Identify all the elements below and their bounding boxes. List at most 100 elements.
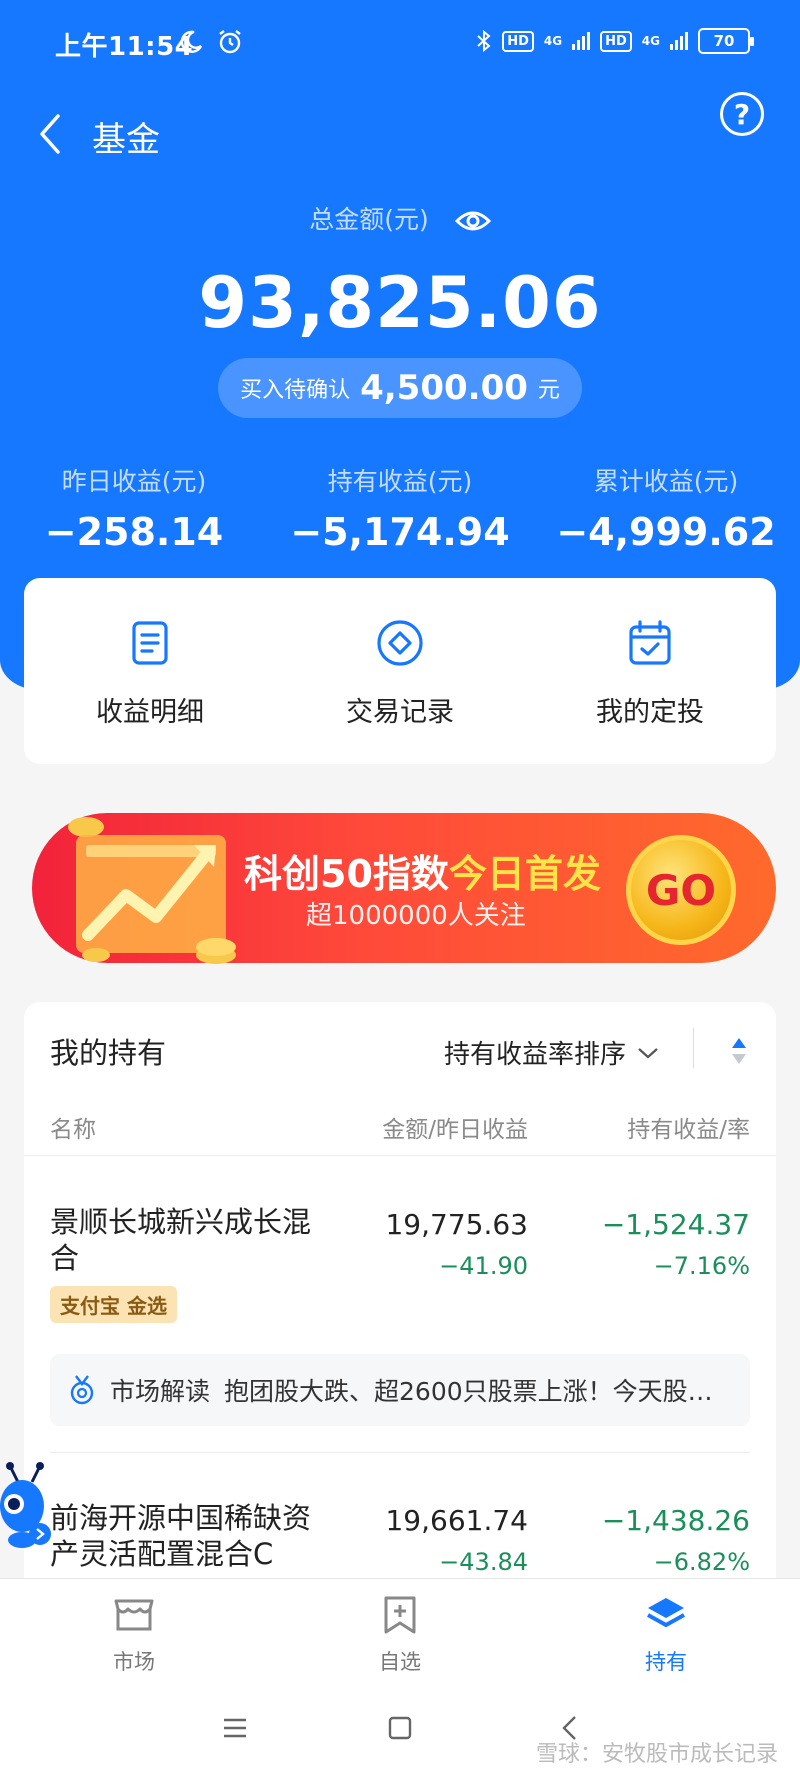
fund-holding-rate: −7.16% xyxy=(653,1252,750,1280)
pending-amount: 4,500.00 xyxy=(360,368,528,408)
battery-icon: 70 xyxy=(698,28,754,54)
status-time: 上午11:54 xyxy=(55,32,194,62)
fund-amount: 19,775.63 xyxy=(385,1208,528,1241)
document-icon xyxy=(132,621,168,665)
pending-label: 买入待确认 xyxy=(240,378,351,403)
page-title: 基金 xyxy=(92,120,160,160)
col-name: 名称 xyxy=(50,1117,96,1143)
action-label: 收益明细 xyxy=(96,697,204,728)
medal-icon xyxy=(70,1375,94,1405)
chevron-down-icon xyxy=(638,1047,658,1058)
fund-yesterday-earnings: −43.84 xyxy=(439,1548,528,1576)
total-label-text: 总金额(元) xyxy=(309,205,429,234)
insight-text: 抱团股大跌、超2600只股票上涨！今天股… xyxy=(224,1377,713,1406)
sort-dropdown[interactable]: 持有收益率排序 xyxy=(444,1034,660,1071)
divider xyxy=(693,1028,694,1068)
tab-watchlist[interactable]: 自选 xyxy=(340,1595,460,1676)
row-divider xyxy=(50,1452,750,1453)
promo-banner[interactable]: 科创50指数今日首发 超1000000人关注 GO xyxy=(24,795,776,980)
tab-market[interactable]: 市场 xyxy=(74,1595,194,1676)
moon-icon xyxy=(180,30,203,53)
sort-order-icon[interactable] xyxy=(730,1036,748,1066)
diamond-circle-icon xyxy=(377,620,423,666)
insight-keyword: 市场解读 xyxy=(110,1377,211,1406)
bluetooth-icon xyxy=(477,29,491,53)
fund-row[interactable]: 景顺长城新兴成长混合 19,775.63 −41.90 −1,524.37 −7… xyxy=(24,1204,776,1444)
holdings-title: 我的持有 xyxy=(50,1036,167,1070)
stat-value: −4,999.62 xyxy=(556,510,776,554)
stat-label: 持有收益(元) xyxy=(327,467,473,496)
banner-title-highlight: 今日首发 xyxy=(448,852,601,896)
banner-title-main: 科创50指数 xyxy=(244,852,449,896)
stat-value: −5,174.94 xyxy=(290,510,510,554)
action-auto-invest[interactable]: 我的定投 xyxy=(550,618,750,729)
quick-actions-card: 收益明细 交易记录 我的定投 xyxy=(24,578,776,764)
fund-holding-pl: −1,524.37 xyxy=(601,1208,750,1241)
status-left-icons xyxy=(178,26,244,56)
alipay-selected-badge: 支付宝 金选 xyxy=(50,1286,177,1323)
go-button[interactable]: GO xyxy=(626,835,736,945)
bookmark-add-icon xyxy=(384,1596,416,1634)
fund-name: 前海开源中国稀缺资产灵活配置混合C xyxy=(50,1501,312,1571)
eye-icon[interactable] xyxy=(454,209,491,233)
system-nav-bar: 雪球：安牧股市成长记录 xyxy=(0,1680,800,1778)
signal-icon xyxy=(572,32,591,50)
sort-label: 持有收益率排序 xyxy=(443,1040,626,1070)
tab-holdings[interactable]: 持有 xyxy=(606,1595,726,1676)
col-amount: 金额/昨日收益 xyxy=(382,1117,528,1143)
action-label: 我的定投 xyxy=(596,697,704,728)
fund-name: 景顺长城新兴成长混合 xyxy=(50,1205,312,1275)
tab-label: 持有 xyxy=(645,1650,687,1674)
help-button[interactable]: ? xyxy=(720,92,764,136)
fund-holding-rate: −6.82% xyxy=(653,1548,750,1576)
earnings-stats: 昨日收益(元) −258.14 持有收益(元) −5,174.94 累计收益(元… xyxy=(0,462,800,572)
chevron-left-icon xyxy=(40,114,60,154)
hd-badge-1: HD xyxy=(502,30,534,52)
shop-icon xyxy=(114,1599,154,1631)
banner-subtitle: 超1000000人关注 xyxy=(306,901,526,931)
nav-bar: 基金 ? xyxy=(0,86,800,186)
status-right: HD 4G HD 4G 70 xyxy=(476,28,754,54)
pending-unit: 元 xyxy=(537,378,560,403)
stat-holding: 持有收益(元) −5,174.94 xyxy=(270,462,530,554)
total-amount: 93,825.06 xyxy=(198,262,602,344)
action-label: 交易记录 xyxy=(346,697,454,728)
tab-label: 自选 xyxy=(379,1650,421,1674)
fund-yesterday-earnings: −41.90 xyxy=(439,1252,528,1280)
stat-value: −258.14 xyxy=(44,510,224,554)
bottom-tab-bar: 市场 自选 持有 xyxy=(0,1578,800,1680)
calendar-check-icon xyxy=(629,620,671,665)
banner-title: 科创50指数今日首发 xyxy=(244,843,601,898)
action-transactions[interactable]: 交易记录 xyxy=(300,618,500,729)
status-bar: 上午11:54 HD 4G HD 4G 70 xyxy=(0,0,800,86)
header-divider xyxy=(24,1155,776,1156)
column-headers: 名称 金额/昨日收益 持有收益/率 xyxy=(24,1110,776,1150)
holdings-card: 我的持有 持有收益率排序 名称 金额/昨日收益 持有收益/率 景顺长城新兴成长混… xyxy=(24,1002,776,1602)
back-button[interactable] xyxy=(30,104,74,164)
total-label: 总金额(元) xyxy=(0,200,800,236)
mascot-assistant-icon[interactable] xyxy=(0,1460,56,1556)
market-insight[interactable]: 市场解读 抱团股大跌、超2600只股票上涨！今天股… xyxy=(50,1354,750,1426)
col-profit-loss: 持有收益/率 xyxy=(627,1117,750,1143)
tab-label: 市场 xyxy=(113,1650,155,1674)
stat-cumulative: 累计收益(元) −4,999.62 xyxy=(536,462,796,554)
help-icon: ? xyxy=(733,97,751,131)
signal-icon-2 xyxy=(670,32,688,50)
menu-icon[interactable] xyxy=(215,1708,255,1748)
network-label-2: 4G xyxy=(641,34,660,48)
stat-yesterday: 昨日收益(元) −258.14 xyxy=(4,462,264,554)
action-earnings-detail[interactable]: 收益明细 xyxy=(50,618,250,729)
fund-amount: 19,661.74 xyxy=(385,1504,528,1537)
network-label-1: 4G xyxy=(543,34,563,48)
layers-icon xyxy=(647,1598,685,1627)
fund-holding-pl: −1,438.26 xyxy=(601,1504,750,1537)
alarm-icon xyxy=(219,29,241,53)
pending-confirmation[interactable]: 买入待确认 4,500.00 元 xyxy=(218,358,582,418)
stat-label: 累计收益(元) xyxy=(593,467,739,496)
go-label: GO xyxy=(645,865,717,915)
home-square-icon[interactable] xyxy=(380,1708,420,1748)
battery-level: 70 xyxy=(713,32,735,50)
hd-badge-2: HD xyxy=(600,30,632,52)
rising-chart-icon xyxy=(68,817,236,964)
watermark: 雪球：安牧股市成长记录 xyxy=(535,1742,778,1767)
